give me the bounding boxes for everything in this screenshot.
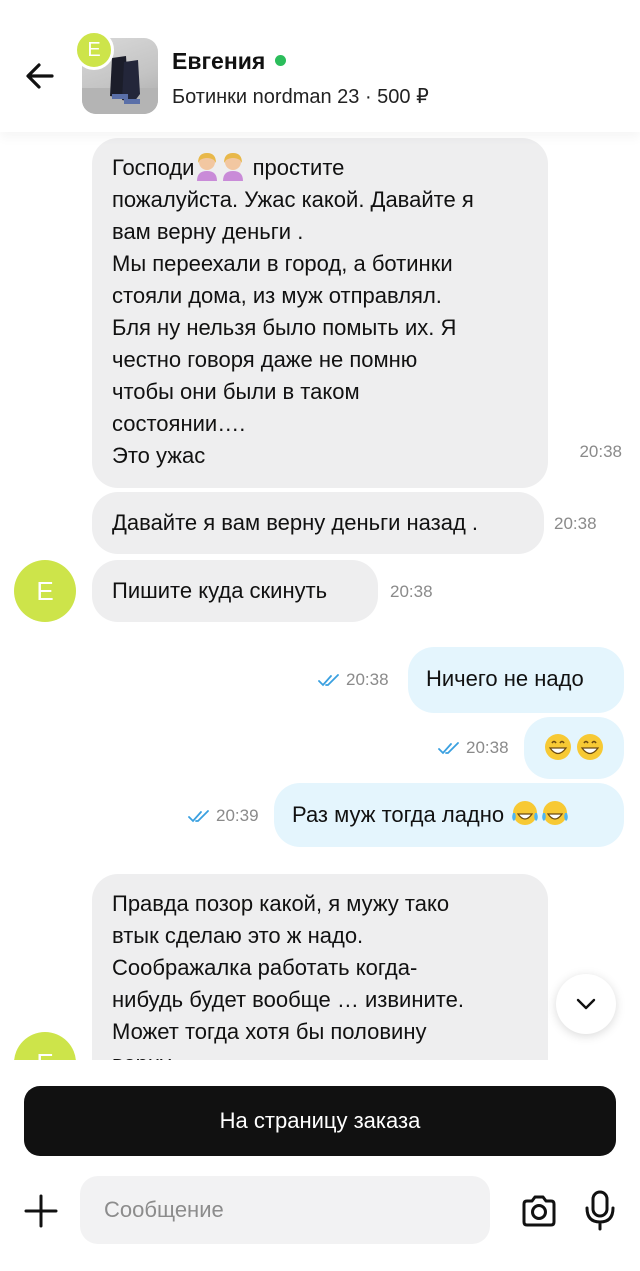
online-status-dot [275,55,287,67]
message-time: 20:38 [466,738,509,757]
back-button[interactable] [22,58,58,94]
message-list[interactable]: Господи простите пожалуйста. Ужас какой.… [0,132,640,1060]
chat-header: Е Евгения Ботинки nordman 23 · 500 ₽ [0,0,640,132]
incoming-message[interactable]: Давайте я вам верну деньги назад . [92,492,544,554]
sender-avatar[interactable]: Е [14,1032,76,1060]
incoming-message[interactable]: Правда позор какой, я мужу тако втык сде… [92,874,622,1060]
message-text-lead: Господи [112,155,195,180]
message-text: Ничего не надо [426,666,584,691]
avatar-letter: Е [36,1048,53,1061]
contact-name-text: Евгения [172,48,266,74]
woman-facepalm-emoji-icon [223,153,244,182]
contact-name[interactable]: Евгения [172,48,287,75]
grinning-face-emoji-icon [545,734,603,760]
tears-of-joy-emoji-icon [512,801,569,826]
chevron-down-icon [576,998,596,1010]
outgoing-message[interactable]: Ничего не надо [408,647,624,713]
arrow-left-icon [26,63,54,89]
message-text: Пишите куда скинуть [112,578,328,603]
product-title[interactable]: Ботинки nordman 23 · 500 ₽ [172,84,429,109]
message-text-rest: простите пожалуйста. Ужас какой. Давайте… [112,155,474,469]
message-text: Господи простите пожалуйста. Ужас какой.… [112,152,528,472]
incoming-message[interactable]: Пишите куда скинуть [92,560,378,622]
microphone-icon [585,1190,615,1231]
message-meta: 20:39 [188,806,259,826]
message-time: 20:38 [346,670,389,689]
message-time: 20:38 [390,582,433,601]
double-check-icon [438,742,459,755]
incoming-message[interactable]: Господи простите пожалуйста. Ужас какой.… [92,138,622,488]
message-text: Правда позор какой, я мужу тако втык сде… [112,891,464,1060]
woman-facepalm-emoji-icon [197,153,218,182]
message-text: Раз муж тогда ладно [292,799,606,831]
avatar-letter: Е [87,38,101,61]
plus-icon [24,1194,58,1228]
message-input[interactable] [80,1176,490,1244]
message-text: Давайте я вам верну деньги назад . [112,510,479,535]
contact-avatar[interactable]: Е [74,30,114,70]
outgoing-message[interactable] [524,717,624,779]
message-meta: 20:38 [438,738,509,758]
message-time: 20:38 [579,442,622,461]
message-meta: 20:38 [318,670,389,690]
microphone-button[interactable] [580,1188,620,1232]
order-page-button[interactable]: На страницу заказа [24,1086,616,1156]
message-text-body: Раз муж тогда ладно [292,802,505,827]
outgoing-message[interactable]: Раз муж тогда ладно [274,783,624,847]
message-time: 20:38 [579,1052,622,1060]
double-check-icon [318,674,339,687]
avatar-letter: Е [36,575,54,606]
double-check-icon [188,810,209,823]
message-time: 20:39 [216,806,259,825]
camera-button[interactable] [518,1190,560,1232]
message-time: 20:38 [554,514,597,533]
sender-avatar[interactable]: Е [14,560,76,622]
scroll-down-button[interactable] [556,974,616,1034]
attach-button[interactable] [20,1190,62,1232]
camera-icon [522,1195,556,1227]
